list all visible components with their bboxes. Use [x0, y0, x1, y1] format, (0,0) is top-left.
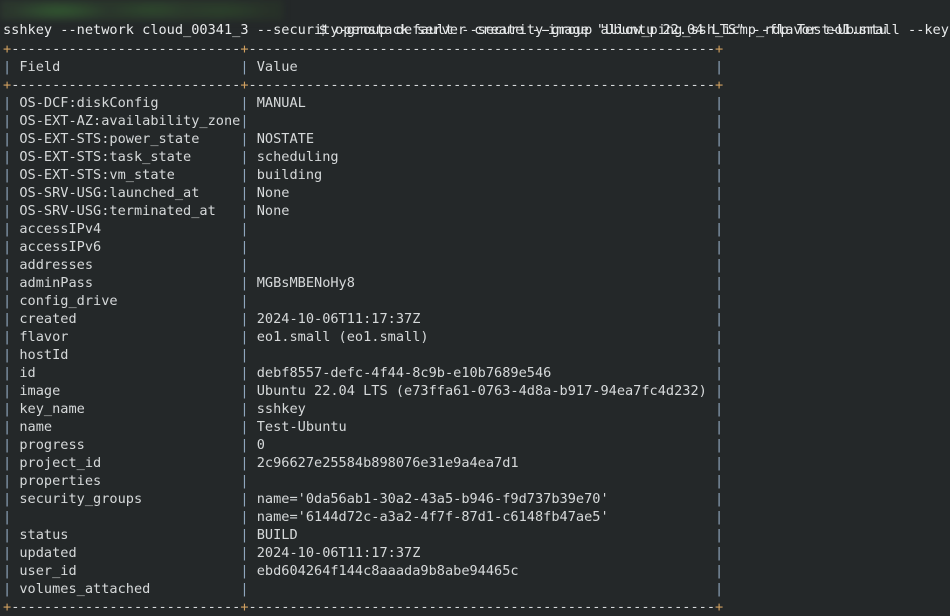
- row-field-2: OS-EXT-STS:power_state: [11, 131, 240, 147]
- row-field-1: OS-EXT-AZ:availability_zone: [11, 113, 240, 129]
- row-field-17: key_name: [11, 401, 240, 417]
- row-field-27: volumes_attached: [11, 581, 240, 597]
- row-value-22: name='0da56ab1-30a2-43a5-b946-f9d737b39e…: [249, 491, 716, 507]
- row-value-13: eo1.small (eo1.small): [249, 329, 716, 345]
- row-value-4: building: [249, 167, 716, 183]
- row-value-26: ebd604264f144c8aaada9b8abe94465c: [249, 563, 716, 579]
- row-field-7: accessIPv4: [11, 221, 240, 237]
- row-field-5: OS-SRV-USG:launched_at: [11, 185, 240, 201]
- table-header-row: | Field | Value |: [0, 58, 950, 76]
- row-value-27: [249, 581, 716, 597]
- table-row: | volumes_attached | |: [0, 580, 950, 598]
- row-field-12: created: [11, 311, 240, 327]
- row-value-7: [249, 221, 716, 237]
- table-border-header-separator: +----------------------------+----------…: [0, 76, 950, 94]
- table-row: | flavor | eo1.small (eo1.small) |: [0, 328, 950, 346]
- row-field-13: flavor: [11, 329, 240, 345]
- row-value-14: [249, 347, 716, 363]
- openstack-server-create-output-table: +----------------------------+----------…: [0, 40, 950, 616]
- table-row: | accessIPv6 | |: [0, 238, 950, 256]
- command-text-line-1: $ openstack server create --image "Ubunt…: [36, 20, 950, 40]
- table-row: | OS-EXT-STS:task_state | scheduling |: [0, 148, 950, 166]
- table-row: | user_id | ebd604264f144c8aaada9b8abe94…: [0, 562, 950, 580]
- row-field-3: OS-EXT-STS:task_state: [11, 149, 240, 165]
- table-row: | hostId | |: [0, 346, 950, 364]
- column-header-field: Field: [11, 59, 240, 75]
- table-row: | id | debf8557-defc-4f44-8c9b-e10b7689e…: [0, 364, 950, 382]
- row-field-19: progress: [11, 437, 240, 453]
- row-field-18: name: [11, 419, 240, 435]
- table-row: | OS-EXT-STS:vm_state | building |: [0, 166, 950, 184]
- terminal-window[interactable]: $ openstack server create --image "Ubunt…: [0, 0, 950, 612]
- row-value-2: NOSTATE: [249, 131, 716, 147]
- table-row: | addresses | |: [0, 256, 950, 274]
- row-field-23: [11, 509, 240, 525]
- table-row: | progress | 0 |: [0, 436, 950, 454]
- redacted-shell-prompt: [0, 0, 283, 20]
- row-field-24: status: [11, 527, 240, 543]
- row-field-10: adminPass: [11, 275, 240, 291]
- table-row: | key_name | sshkey |: [0, 400, 950, 418]
- row-value-11: [249, 293, 716, 309]
- row-value-20: 2c96627e25584b898076e31e9a4ea7d1: [249, 455, 716, 471]
- column-header-value: Value: [249, 59, 716, 75]
- table-row: | status | BUILD |: [0, 526, 950, 544]
- row-value-12: 2024-10-06T11:17:37Z: [249, 311, 716, 327]
- row-field-20: project_id: [11, 455, 240, 471]
- table-row: | OS-EXT-AZ:availability_zone| |: [0, 112, 950, 130]
- row-field-26: user_id: [11, 563, 240, 579]
- row-field-21: properties: [11, 473, 240, 489]
- row-value-8: [249, 239, 716, 255]
- row-field-22: security_groups: [11, 491, 240, 507]
- table-row: | accessIPv4 | |: [0, 220, 950, 238]
- table-row: | OS-EXT-STS:power_state | NOSTATE |: [0, 130, 950, 148]
- row-value-25: 2024-10-06T11:17:37Z: [249, 545, 716, 561]
- row-value-18: Test-Ubuntu: [249, 419, 716, 435]
- row-value-16: Ubuntu 22.04 LTS (e73ffa61-0763-4d8a-b91…: [249, 383, 716, 399]
- row-value-1: [249, 113, 716, 129]
- row-field-0: OS-DCF:diskConfig: [11, 95, 240, 111]
- table-row: | OS-SRV-USG:terminated_at | None |: [0, 202, 950, 220]
- table-row: | properties | |: [0, 472, 950, 490]
- row-field-8: accessIPv6: [11, 239, 240, 255]
- row-field-15: id: [11, 365, 240, 381]
- row-value-3: scheduling: [249, 149, 716, 165]
- table-row: | image | Ubuntu 22.04 LTS (e73ffa61-076…: [0, 382, 950, 400]
- row-field-9: addresses: [11, 257, 240, 273]
- row-field-4: OS-EXT-STS:vm_state: [11, 167, 240, 183]
- row-value-5: None: [249, 185, 716, 201]
- row-value-6: None: [249, 203, 716, 219]
- table-row: | name | Test-Ubuntu |: [0, 418, 950, 436]
- row-field-16: image: [11, 383, 240, 399]
- row-field-14: hostId: [11, 347, 240, 363]
- row-value-17: sshkey: [249, 401, 716, 417]
- table-row: | config_drive | |: [0, 292, 950, 310]
- row-field-25: updated: [11, 545, 240, 561]
- table-row: | OS-SRV-USG:launched_at | None |: [0, 184, 950, 202]
- table-border-top: +----------------------------+----------…: [0, 40, 950, 58]
- row-field-6: OS-SRV-USG:terminated_at: [11, 203, 240, 219]
- table-row: | security_groups | name='0da56ab1-30a2-…: [0, 490, 950, 508]
- table-row: | updated | 2024-10-06T11:17:37Z |: [0, 544, 950, 562]
- row-value-15: debf8557-defc-4f44-8c9b-e10b7689e546: [249, 365, 716, 381]
- table-row: | project_id | 2c96627e25584b898076e31e9…: [0, 454, 950, 472]
- row-value-21: [249, 473, 716, 489]
- row-value-10: MGBsMBENoHy8: [249, 275, 716, 291]
- command-line-1: $ openstack server create --image "Ubunt…: [0, 0, 950, 20]
- row-value-0: MANUAL: [249, 95, 716, 111]
- row-field-11: config_drive: [11, 293, 240, 309]
- table-border-bottom: +----------------------------+----------…: [0, 598, 950, 616]
- row-value-19: 0: [249, 437, 716, 453]
- row-value-9: [249, 257, 716, 273]
- table-row: | adminPass | MGBsMBENoHy8 |: [0, 274, 950, 292]
- row-value-24: BUILD: [249, 527, 716, 543]
- row-value-23: name='6144d72c-a3a2-4f7f-87d1-c6148fb47a…: [249, 509, 716, 525]
- table-row: | | name='6144d72c-a3a2-4f7f-87d1-c6148f…: [0, 508, 950, 526]
- table-row: | OS-DCF:diskConfig | MANUAL |: [0, 94, 950, 112]
- table-row: | created | 2024-10-06T11:17:37Z |: [0, 310, 950, 328]
